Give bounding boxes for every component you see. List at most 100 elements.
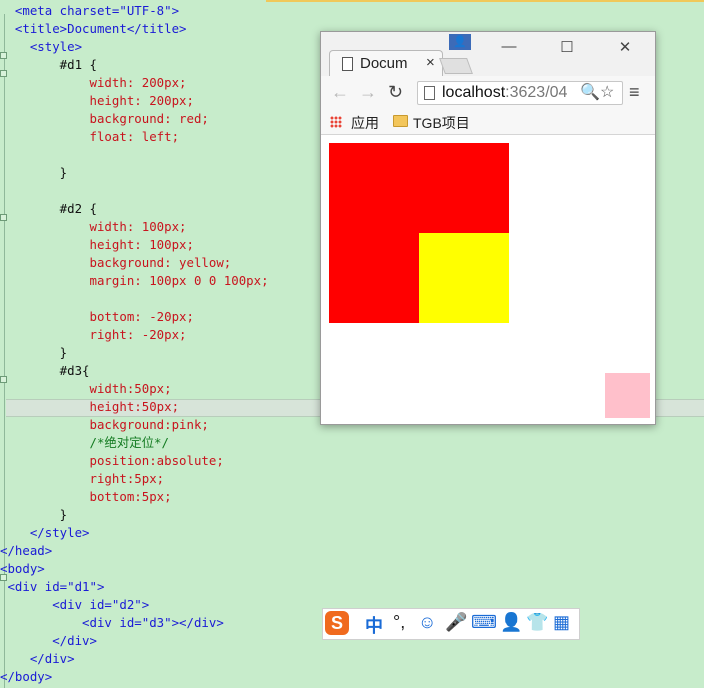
ime-toolbar[interactable]: S 中 °, ☺ 🎤 ⌨ 👤 👕 ▦ — [322, 608, 580, 640]
apps-grid-icon[interactable] — [330, 116, 342, 128]
code-line: } — [0, 506, 67, 524]
emoji-icon[interactable]: ☺ — [418, 612, 436, 633]
page-icon — [342, 57, 353, 71]
code-line: background:pink; — [0, 416, 209, 434]
close-tab-icon[interactable]: × — [426, 54, 435, 71]
url-path: :3623/04 — [505, 84, 568, 101]
bookmark-apps[interactable]: 应用 — [351, 113, 379, 133]
bookmarks-bar: 应用 TGB项目 — [321, 110, 655, 135]
code-text: <meta charset="UTF-8"> — [0, 3, 180, 18]
url-text: localhost:3623/04 — [442, 84, 567, 102]
browser-titlebar[interactable]: Docum × 👤 — ☐ ✕ — [321, 32, 655, 77]
code-line: <div id="d1"> — [0, 578, 104, 596]
code-text: <style> — [0, 39, 83, 54]
back-button[interactable]: ← — [331, 82, 349, 103]
code-text: margin: 100px 0 0 100px; — [0, 273, 269, 288]
code-line: </style> — [0, 524, 90, 542]
browser-tab[interactable]: Docum × — [329, 50, 443, 77]
code-text: </div> — [0, 651, 75, 666]
code-text: <div id="d1"> — [0, 579, 105, 594]
code-line: width: 200px; — [0, 74, 187, 92]
code-line: </head> — [0, 542, 52, 560]
pink-box-d3 — [605, 373, 650, 418]
code-text: </body> — [0, 669, 53, 684]
new-tab-button[interactable] — [439, 58, 473, 74]
code-line: <div id="d2"> — [0, 596, 149, 614]
code-text: } — [0, 507, 68, 522]
code-line: right:5px; — [0, 470, 165, 488]
code-line: #d3{ — [0, 362, 90, 380]
code-text: <div id="d3"></div> — [0, 615, 224, 630]
code-text: right: -20px; — [0, 327, 187, 342]
menu-icon[interactable]: ≡ — [629, 82, 640, 103]
code-line: <meta charset="UTF-8"> — [0, 2, 179, 20]
code-text: bottom:5px; — [0, 489, 172, 504]
keyboard-icon[interactable]: ⌨ — [471, 612, 497, 633]
maximize-button[interactable]: ☐ — [552, 38, 582, 56]
code-text: background: yellow; — [0, 255, 232, 270]
yellow-box-d2 — [419, 233, 509, 323]
toolbox-grid-icon[interactable]: ▦ — [553, 612, 570, 633]
tab-title: Docum — [360, 55, 408, 72]
code-line: </body> — [0, 668, 52, 686]
code-line: #d1 { — [0, 56, 97, 74]
code-line: background: red; — [0, 110, 209, 128]
page-info-icon[interactable] — [424, 86, 435, 100]
code-line: background: yellow; — [0, 254, 232, 272]
code-text: </style> — [0, 525, 90, 540]
sogou-logo-icon[interactable]: S — [325, 611, 349, 635]
code-line: height: 100px; — [0, 236, 194, 254]
browser-window[interactable]: Docum × 👤 — ☐ ✕ ← → ↻ localhost:3623/04 … — [320, 31, 656, 425]
code-line: } — [0, 344, 67, 362]
code-text: } — [0, 165, 68, 180]
code-text: float: left; — [0, 129, 180, 144]
code-text: background:pink; — [0, 417, 209, 432]
code-line: <title>Document</title> — [0, 20, 187, 38]
code-text: height: 200px; — [0, 93, 194, 108]
code-text: <body> — [0, 561, 45, 576]
microphone-icon[interactable]: 🎤 — [445, 612, 467, 633]
punctuation-toggle[interactable]: °, — [393, 612, 405, 633]
code-text: height:50px; — [0, 399, 180, 414]
bookmark-star-icon[interactable]: ☆ — [600, 82, 614, 102]
code-line: </div> — [0, 632, 97, 650]
chinese-mode-toggle[interactable]: 中 — [365, 612, 383, 638]
code-line: right: -20px; — [0, 326, 187, 344]
code-line: } — [0, 164, 67, 182]
code-text: <title>Document</title> — [0, 21, 187, 36]
code-line: height:50px; — [0, 398, 180, 416]
code-text: right:5px; — [0, 471, 165, 486]
code-text: bottom: -20px; — [0, 309, 194, 324]
user-icon[interactable]: 👤 — [500, 612, 522, 633]
skin-shirt-icon[interactable]: 👕 — [526, 612, 548, 633]
code-line: bottom: -20px; — [0, 308, 194, 326]
code-line: #d2 { — [0, 200, 97, 218]
code-line: float: left; — [0, 128, 180, 146]
code-line: margin: 100px 0 0 100px; — [0, 272, 269, 290]
close-window-button[interactable]: ✕ — [610, 38, 640, 56]
folder-icon[interactable] — [393, 115, 408, 127]
code-text: </div> — [0, 633, 97, 648]
code-text: height: 100px; — [0, 237, 194, 252]
code-text: width: 100px; — [0, 219, 187, 234]
url-host: localhost — [442, 84, 506, 101]
page-viewport[interactable] — [321, 135, 655, 424]
code-text: width: 200px; — [0, 75, 187, 90]
reload-button[interactable]: ↻ — [388, 82, 403, 103]
address-bar[interactable]: localhost:3623/04 🔍 ☆ — [417, 81, 623, 105]
minimize-button[interactable]: — — [494, 38, 524, 55]
code-text: #d3{ — [0, 363, 90, 378]
bookmark-folder-tgb[interactable]: TGB项目 — [413, 113, 470, 133]
code-line: height: 200px; — [0, 92, 194, 110]
code-text: #d1 { — [0, 57, 97, 72]
code-text: width:50px; — [0, 381, 172, 396]
code-text: } — [0, 345, 68, 360]
code-line: </div> — [0, 650, 75, 668]
code-text: <div id="d2"> — [0, 597, 150, 612]
code-line: /*绝对定位*/ — [0, 434, 169, 452]
code-line: <style> — [0, 38, 82, 56]
forward-button[interactable]: → — [359, 82, 377, 103]
zoom-icon[interactable]: 🔍 — [580, 82, 600, 102]
code-text: </head> — [0, 543, 53, 558]
user-profile-icon[interactable]: 👤 — [449, 34, 471, 50]
